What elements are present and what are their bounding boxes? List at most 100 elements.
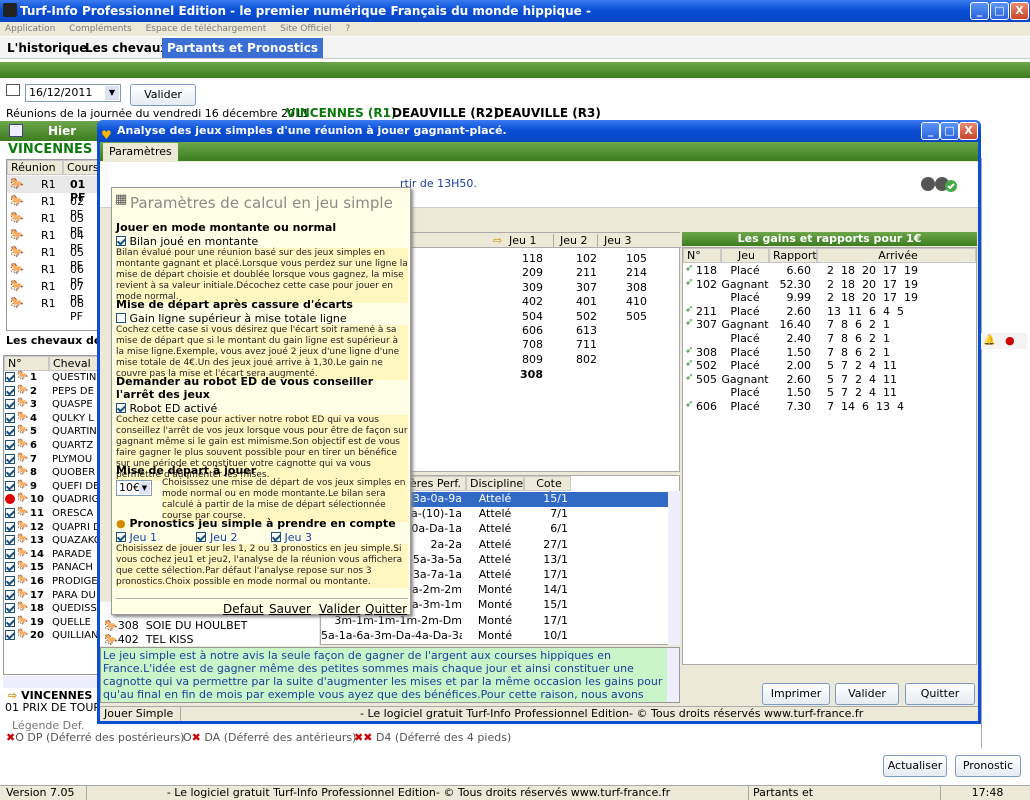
jeu2-option[interactable]: Jeu 2	[196, 531, 237, 544]
horse-checkbox[interactable]	[5, 372, 15, 382]
horse-checkbox[interactable]	[5, 521, 15, 532]
horse-checkbox[interactable]	[5, 440, 15, 450]
dialog-minimize-button[interactable]: _	[921, 122, 940, 140]
menu-complements[interactable]: Compléments	[69, 24, 132, 34]
gain-row[interactable]: Placé 2.40 7 8 6 2 1	[683, 332, 976, 346]
cassure-checkbox[interactable]	[116, 313, 126, 323]
imprimer-button[interactable]: Imprimer	[762, 683, 830, 705]
maximize-button[interactable]: □	[990, 2, 1009, 20]
jeu3-option[interactable]: Jeu 3	[270, 531, 312, 544]
horse-row[interactable]: 🐎 20 QUILLIAN	[4, 629, 99, 644]
tab-partants[interactable]: Partants et Pronostics	[162, 38, 323, 58]
jeu3-checkbox[interactable]	[270, 532, 281, 542]
horse-checkbox[interactable]	[5, 603, 15, 614]
race-row[interactable]: 🐎 R1 03 PF	[7, 210, 99, 239]
pronostic-button[interactable]: Pronostic	[955, 755, 1021, 777]
sauver-link[interactable]: Sauver	[269, 602, 311, 616]
montante-option[interactable]: Bilan joué en montante	[116, 235, 408, 248]
window-title-bar[interactable]: Turf-Info Professionnel Edition - le pre…	[0, 0, 1030, 22]
dialog-quitter-button[interactable]: Quitter	[905, 683, 975, 705]
col-horse[interactable]: Cheval	[49, 356, 99, 371]
cassure-option[interactable]: Gain ligne supérieur à mise totale ligne	[116, 312, 408, 325]
reunion-r1[interactable]: VINCENNES (R1)	[286, 106, 396, 120]
gain-row[interactable]: ➶ 211 Placé 2.60 13 11 6 4 5	[683, 304, 976, 319]
dialog-close-button[interactable]: X	[959, 122, 978, 140]
reunion-r3[interactable]: DEAUVILLE (R3)	[494, 106, 601, 120]
horse-checkbox[interactable]	[5, 562, 15, 573]
col-gain-jeu[interactable]: Jeu	[721, 248, 769, 263]
perf-horse-row[interactable]: 🐎402 TEL KISS	[104, 633, 193, 646]
menu-telechargement[interactable]: Espace de téléchargement	[146, 24, 267, 34]
race-row[interactable]: 🐎 R1 01 PF	[7, 176, 99, 204]
col-jeu2[interactable]: Jeu 2	[553, 234, 595, 247]
race-row[interactable]: 🐎 R1 08 PF	[7, 295, 99, 324]
chevron-down-icon[interactable]: ▼	[139, 482, 150, 494]
valider-link[interactable]: Valider	[319, 602, 360, 616]
menu-application[interactable]: Application	[5, 24, 55, 34]
jeu2-checkbox[interactable]	[196, 532, 207, 542]
chevron-down-icon[interactable]: ▼	[105, 86, 119, 100]
info-scrollbar[interactable]	[667, 648, 679, 702]
menu-site-officiel[interactable]: Site Officiel	[280, 24, 331, 34]
defaut-link[interactable]: Defaut	[223, 602, 264, 616]
race-row[interactable]: 🐎 R1 05 PF	[7, 244, 99, 273]
horse-checkbox[interactable]	[5, 508, 15, 518]
gain-row[interactable]: ➶ 118 Placé 6.60 2 18 20 17 19	[683, 263, 976, 278]
race-row[interactable]: 🐎 R1 04 PF	[7, 227, 99, 256]
race-row[interactable]: 🐎 R1 06 PF	[7, 261, 99, 290]
gain-row[interactable]: Placé 9.99 2 18 20 17 19	[683, 291, 976, 305]
gain-row[interactable]: ➶ 502 Placé 2.00 5 7 2 4 11	[683, 358, 976, 373]
dialog-maximize-button[interactable]: □	[940, 122, 959, 140]
dialog-valider-button[interactable]: Valider	[835, 683, 899, 705]
calendar-icon[interactable]	[9, 124, 23, 137]
col-jeu3[interactable]: Jeu 3	[597, 234, 641, 247]
col-number[interactable]: N°	[4, 356, 49, 371]
perf-row[interactable]: 5a-1a-6a-3m-Da-4a-Da-3a Monté 10/1	[321, 629, 668, 644]
alert-icon[interactable]: ●	[1005, 334, 1015, 347]
robot-checkbox[interactable]	[116, 403, 126, 413]
actualiser-button[interactable]: Actualiser	[883, 755, 947, 777]
quitter-link[interactable]: Quitter	[365, 602, 407, 616]
gain-row[interactable]: ➶ 505 Gagnant 2.60 5 7 2 4 11	[683, 372, 976, 387]
horse-checkbox[interactable]	[5, 589, 15, 600]
gain-row[interactable]: ➶ 308 Placé 1.50 7 8 6 2 1	[683, 345, 976, 360]
horse-checkbox[interactable]	[5, 548, 15, 559]
reunion-r2[interactable]: DEAUVILLE (R2)	[392, 106, 499, 120]
calendar-icon[interactable]	[6, 84, 20, 96]
horse-checkbox[interactable]	[5, 412, 15, 423]
montante-checkbox[interactable]	[116, 236, 126, 246]
robot-option[interactable]: Robot ED activé	[116, 402, 408, 415]
jeu1-checkbox[interactable]	[116, 532, 126, 542]
horse-checkbox[interactable]	[5, 385, 15, 396]
col-jeu1[interactable]: Jeu 1	[509, 234, 536, 247]
close-button[interactable]: X	[1010, 2, 1029, 20]
col-gain-rapport[interactable]: Rapport	[769, 248, 817, 263]
tab-historique[interactable]: L'historique	[2, 38, 92, 58]
gain-row[interactable]: Placé 1.50 5 7 2 4 11	[683, 386, 976, 400]
validate-date-button[interactable]: Valider	[130, 84, 196, 106]
bell-icon[interactable]: 🔔	[983, 335, 995, 346]
race-row[interactable]: 🐎 R1 07 PF	[7, 278, 99, 307]
gain-row[interactable]: ➶ 102 Gagnant 52.30 2 18 20 17 19	[683, 277, 976, 292]
dialog-title-bar[interactable]: ♥ Analyse des jeux simples d'une réunion…	[97, 120, 981, 142]
col-cote[interactable]: Cote Réf.	[524, 476, 571, 503]
col-gain-arrivee[interactable]: Arrivée	[817, 248, 976, 263]
perf-scrollbar[interactable]	[668, 491, 680, 645]
hier-button[interactable]: Hier	[48, 124, 76, 138]
horse-checkbox[interactable]	[5, 576, 15, 586]
date-picker[interactable]: 16/12/2011 ▼	[25, 84, 121, 102]
mise-select[interactable]: 10€ ▼	[116, 480, 152, 496]
minimize-button[interactable]: _	[970, 2, 989, 20]
col-gain-number[interactable]: N°	[683, 248, 721, 263]
horse-checkbox[interactable]	[5, 453, 15, 464]
tab-parametres[interactable]: Paramètres	[103, 143, 178, 161]
horse-checkbox[interactable]	[5, 535, 15, 546]
horse-checkbox[interactable]	[5, 480, 15, 491]
horse-checkbox[interactable]	[5, 616, 15, 627]
tab-chevaux[interactable]: Les chevaux	[80, 38, 173, 58]
horse-checkbox[interactable]	[5, 467, 15, 478]
horse-checkbox[interactable]	[5, 399, 15, 410]
horse-checkbox[interactable]	[5, 426, 15, 437]
col-reunion[interactable]: Réunion	[7, 160, 63, 175]
menu-help[interactable]: ?	[345, 24, 350, 34]
